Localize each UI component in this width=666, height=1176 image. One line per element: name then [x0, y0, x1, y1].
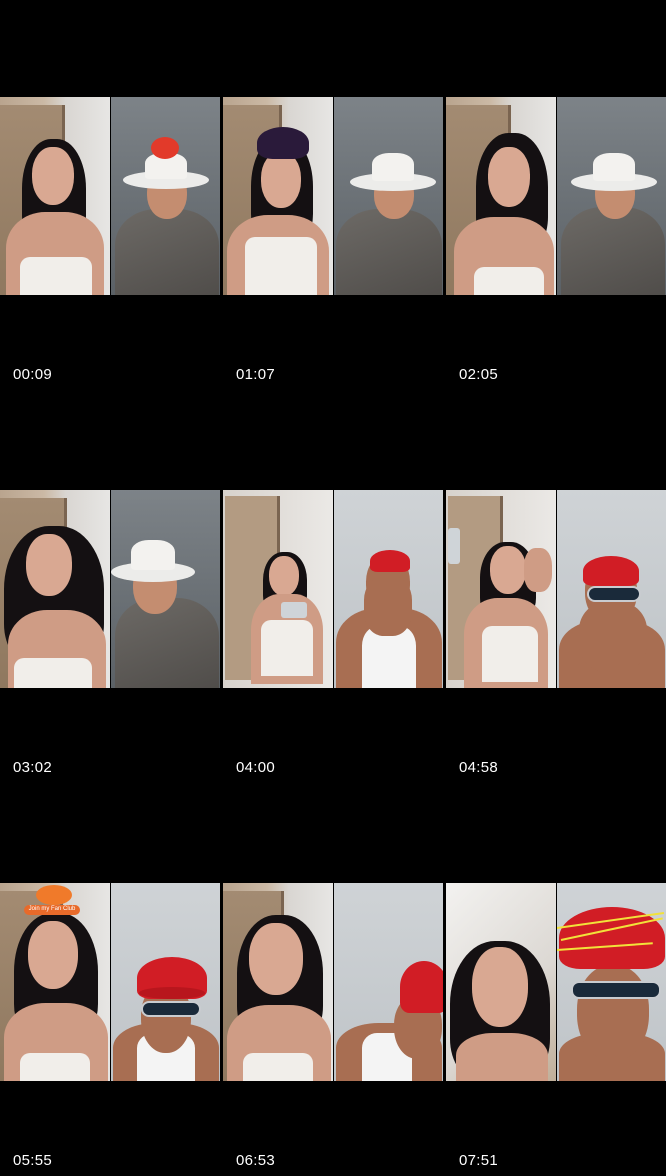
thumbnail-cell[interactable]: 01:07 [223, 0, 443, 390]
thumbnail-image [446, 97, 666, 295]
timestamp-label: 01:07 [236, 366, 276, 383]
split-left-frame [446, 490, 556, 688]
thumbnail-image [0, 490, 220, 688]
split-left-frame [0, 490, 110, 688]
thumbnail-cell[interactable]: 06:53 [223, 786, 443, 1176]
split-left-frame [446, 883, 556, 1081]
split-right-frame [111, 490, 220, 688]
split-left-frame: Join my Fan Club [0, 883, 110, 1081]
timestamp-label: 03:02 [13, 759, 53, 776]
thumbnail-cell[interactable]: 03:02 [0, 393, 220, 783]
thumbnail-image [0, 97, 220, 295]
timestamp-label: 06:53 [236, 1152, 276, 1169]
split-right-frame [334, 883, 443, 1081]
thumbnail-image [223, 883, 443, 1081]
timestamp-label: 04:00 [236, 759, 276, 776]
thumbnail-image [446, 883, 666, 1081]
split-right-frame [111, 97, 220, 295]
split-right-frame [557, 490, 666, 688]
split-right-frame [334, 97, 443, 295]
split-left-frame [446, 97, 556, 295]
timestamp-label: 04:58 [459, 759, 499, 776]
thumbnail-image: Join my Fan Club [0, 883, 220, 1081]
thumbnail-cell[interactable]: Join my Fan Club 05:55 [0, 786, 220, 1176]
thumbnail-cell[interactable]: 07:51 [446, 786, 666, 1176]
fan-club-badge: Join my Fan Club [24, 905, 80, 915]
timestamp-label: 05:55 [13, 1152, 53, 1169]
timestamp-label: 07:51 [459, 1152, 499, 1169]
split-right-frame [557, 883, 666, 1081]
split-right-frame [557, 97, 666, 295]
timestamp-label: 00:09 [13, 366, 53, 383]
thumbnail-grid: 00:09 01:07 02:05 03:02 04:00 04:58 Join… [0, 0, 666, 1176]
split-left-frame [223, 490, 333, 688]
thumbnail-image [223, 97, 443, 295]
split-left-frame [0, 97, 110, 295]
split-left-frame [223, 883, 333, 1081]
split-right-frame [111, 883, 220, 1081]
thumbnail-cell[interactable]: 02:05 [446, 0, 666, 390]
thumbnail-cell[interactable]: 04:58 [446, 393, 666, 783]
thumbnail-cell[interactable]: 04:00 [223, 393, 443, 783]
thumbnail-cell[interactable]: 00:09 [0, 0, 220, 390]
split-left-frame [223, 97, 333, 295]
timestamp-label: 02:05 [459, 366, 499, 383]
split-right-frame [334, 490, 443, 688]
thumbnail-image [446, 490, 666, 688]
thumbnail-image [223, 490, 443, 688]
